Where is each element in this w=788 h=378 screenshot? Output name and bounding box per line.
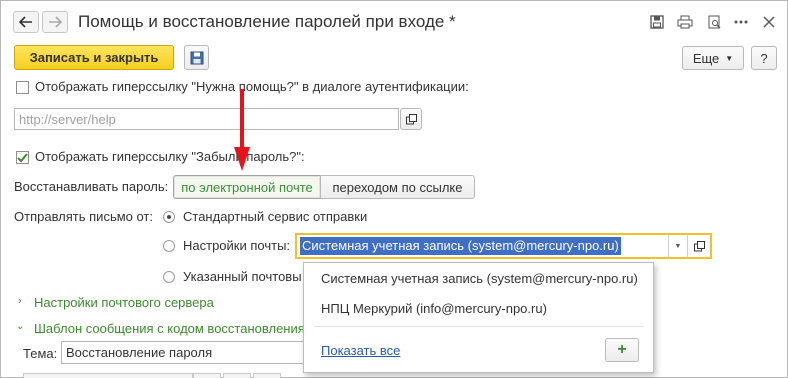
mail-account-field[interactable]: Системная учетная запись (system@mercury… [295,233,712,259]
restore-label: Восстанавливать пароль: [14,179,169,194]
mail-account-value: Системная учетная запись (system@mercury… [300,237,621,255]
print-button[interactable] [674,11,696,33]
search-page-icon [708,15,721,29]
restore-by-link-option[interactable]: переходом по ссылке [320,175,475,199]
subject-label: Тема: [23,346,58,361]
open-window-icon [405,113,417,124]
save-and-close-button[interactable]: Записать и закрыть [14,45,174,70]
save-button[interactable] [184,45,209,70]
subject-input[interactable]: Восстановление пароля [61,341,304,364]
chevron-down-icon[interactable]: ⌄ [16,321,24,332]
add-account-button[interactable]: + [605,338,639,362]
back-button[interactable] [13,11,39,33]
toolbar-stub [223,373,251,378]
dropdown-item[interactable]: Системная учетная запись (system@mercury… [321,271,638,286]
save-icon-button[interactable] [646,11,668,33]
radio-specified-mailbox-label: Указанный почтовы [183,269,302,284]
help-button[interactable]: ? [751,46,777,70]
show-help-link-checkbox[interactable] [16,81,29,94]
window-title: Помощь и восстановление паролей при вход… [78,12,456,31]
radio-standard-service-label: Стандартный сервис отправки [183,209,368,224]
ellipsis-icon [734,20,748,24]
chevron-down-icon[interactable]: ▼ [669,235,687,257]
restore-by-email-option[interactable]: по электронной почте [173,175,321,199]
arrow-left-icon [19,16,32,28]
toolbar-stub [193,373,221,378]
plus-icon: + [617,341,627,358]
preview-button[interactable] [704,11,726,33]
show-forgot-link-checkbox[interactable] [16,151,29,164]
more-label: Еще [692,50,720,66]
arrow-right-icon [49,16,62,28]
forward-button[interactable] [42,11,68,33]
floppy-icon [190,51,203,64]
chevron-right-icon[interactable]: › [18,295,22,307]
dropdown-item[interactable]: НПЦ Меркурий (info@mercury-npo.ru) [321,301,547,316]
account-dropdown: Системная учетная запись (system@mercury… [303,262,654,373]
radio-mail-settings-label: Настройки почты: [183,238,291,253]
toolbar-stub [253,373,281,378]
close-icon [763,16,775,28]
chevron-down-icon: ▼ [725,53,734,63]
annotation-arrow-icon [234,89,250,171]
close-button[interactable] [758,11,780,33]
checkmark-icon [17,152,28,162]
more-actions-button[interactable] [730,11,752,33]
open-url-button[interactable] [400,108,422,130]
dropdown-divider [314,326,644,327]
show-forgot-link-label: Отображать гиперссылку "Забыли пароль?": [35,149,305,164]
open-account-button[interactable] [688,235,710,257]
radio-specified-mailbox[interactable] [163,271,175,283]
toolbar-stub [23,373,193,378]
show-help-link-label: Отображать гиперссылку "Нужна помощь?" в… [35,79,469,94]
more-menu-button[interactable]: Еще ▼ [682,46,744,70]
radio-standard-service[interactable] [163,211,175,223]
floppy-icon [650,15,664,29]
window-frame: Помощь и восстановление паролей при вход… [0,0,788,378]
printer-icon [677,15,693,29]
open-window-icon [693,240,705,251]
send-from-label: Отправлять письмо от: [14,209,154,224]
subject-value: Восстановление пароля [66,345,213,360]
show-all-link[interactable]: Показать все [321,343,400,358]
section-template[interactable]: Шаблон сообщения с кодом восстановления [34,321,305,336]
radio-mail-settings[interactable] [163,240,175,252]
help-url-input[interactable]: http://server/help [14,108,399,130]
help-url-placeholder: http://server/help [19,111,116,127]
section-mail-server[interactable]: Настройки почтового сервера [34,295,214,310]
